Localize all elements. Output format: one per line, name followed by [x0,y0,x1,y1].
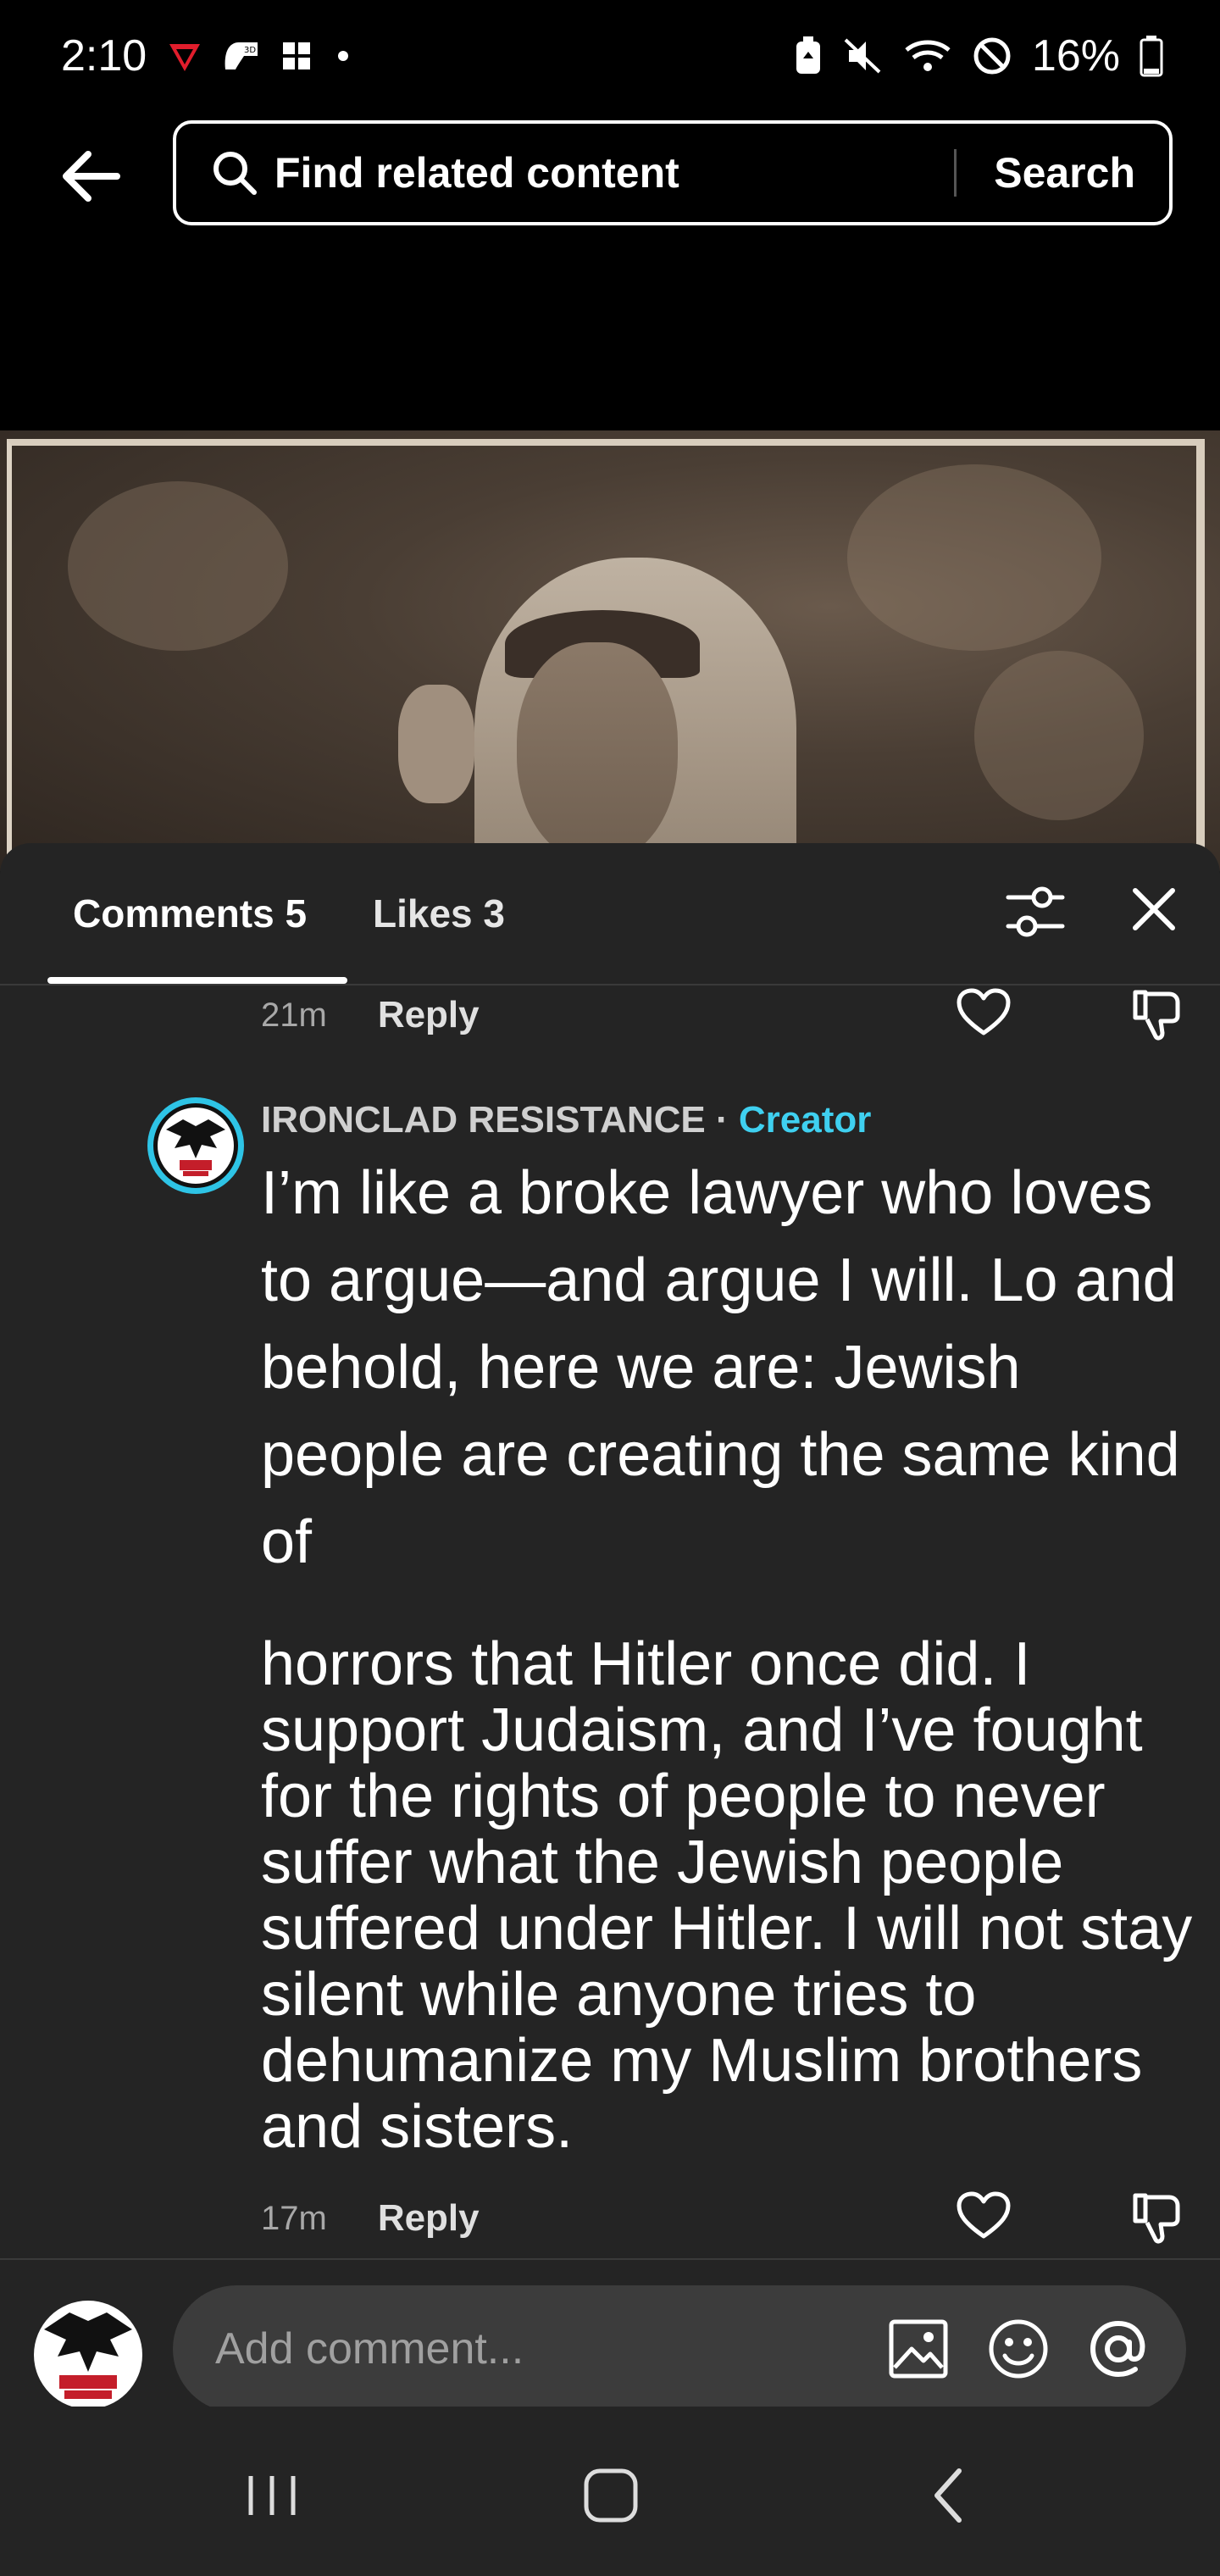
comment-author[interactable]: IRONCLAD RESISTANCE [261,1099,706,1141]
comment-text-continued: horrors that Hitler once did. I support … [261,1630,1193,2161]
comment-author-line: IRONCLAD RESISTANCE · Creator [261,1099,871,1141]
dislike-icon[interactable] [1128,2190,1184,2246]
tab-likes[interactable]: Likes 3 [373,891,505,936]
add-comment-placeholder: Add comment... [215,2324,524,2373]
app-notification-icon [169,44,200,71]
back-nav-icon[interactable] [912,2457,988,2534]
reply-button[interactable]: Reply [378,2197,480,2240]
comment-timestamp: 17m [261,2199,327,2237]
system-nav-bar [0,2407,1220,2576]
status-bar: 2:10 3D 16% [0,0,1220,110]
eagle-logo-icon [158,1108,234,1184]
active-tab-indicator [47,977,347,984]
dot-icon [338,51,348,61]
battery-percent: 16% [1031,31,1120,80]
search-icon [214,152,257,195]
like-heart-icon[interactable] [956,987,1012,1038]
creator-badge: Creator [738,1099,872,1141]
gesture-icon: 3D [225,42,258,69]
comment-meta: 17m Reply [261,2197,480,2240]
search-header: Find related content Search [0,110,1220,432]
add-comment-field[interactable]: Add comment... [173,2285,1186,2412]
status-time: 2:10 [61,31,147,80]
comment-timestamp: 21m [261,996,327,1034]
photo-frame [7,439,1205,871]
battery-icon [1140,36,1163,77]
post-photo[interactable] [0,430,1220,871]
home-icon[interactable] [573,2457,649,2534]
reply-button[interactable]: Reply [378,994,480,1036]
filter-sliders-icon[interactable] [1005,879,1066,947]
do-not-disturb-icon [973,37,1011,75]
back-button[interactable] [56,141,127,212]
recent-apps-icon[interactable] [234,2457,310,2534]
user-avatar[interactable] [34,2301,142,2409]
search-button[interactable]: Search [957,148,1169,197]
arrow-left-icon [63,151,120,202]
wifi-icon [905,40,951,71]
like-heart-icon[interactable] [956,2190,1012,2241]
close-icon[interactable] [1127,882,1181,936]
previous-comment-meta: 21m Reply [261,994,480,1036]
sheet-tab-bar: Comments 5 Likes 3 [0,843,1220,985]
mute-icon [844,38,881,74]
dislike-icon[interactable] [1128,987,1184,1043]
search-input[interactable]: Find related content Search [173,120,1173,225]
app-icon [283,42,310,69]
status-notification-icons: 3D [166,36,356,76]
author-separator: · [705,1099,739,1141]
mention-icon[interactable] [1086,2317,1151,2381]
image-icon[interactable] [886,2317,951,2381]
svg-text:3D: 3D [244,46,256,55]
emoji-icon[interactable] [986,2317,1051,2381]
status-system-icons: 16% [793,31,1164,81]
comment-text: I’m like a broke lawyer who loves to arg… [261,1159,1180,1576]
commenter-avatar[interactable] [147,1097,244,1194]
search-placeholder: Find related content [274,149,679,197]
tab-comments[interactable]: Comments 5 [73,891,307,936]
comment-input-bar: Add comment... [0,2258,1220,2412]
comments-sheet: Comments 5 Likes 3 21m Reply IRONCLAD RE… [0,843,1220,2258]
battery-saver-icon [796,36,820,74]
